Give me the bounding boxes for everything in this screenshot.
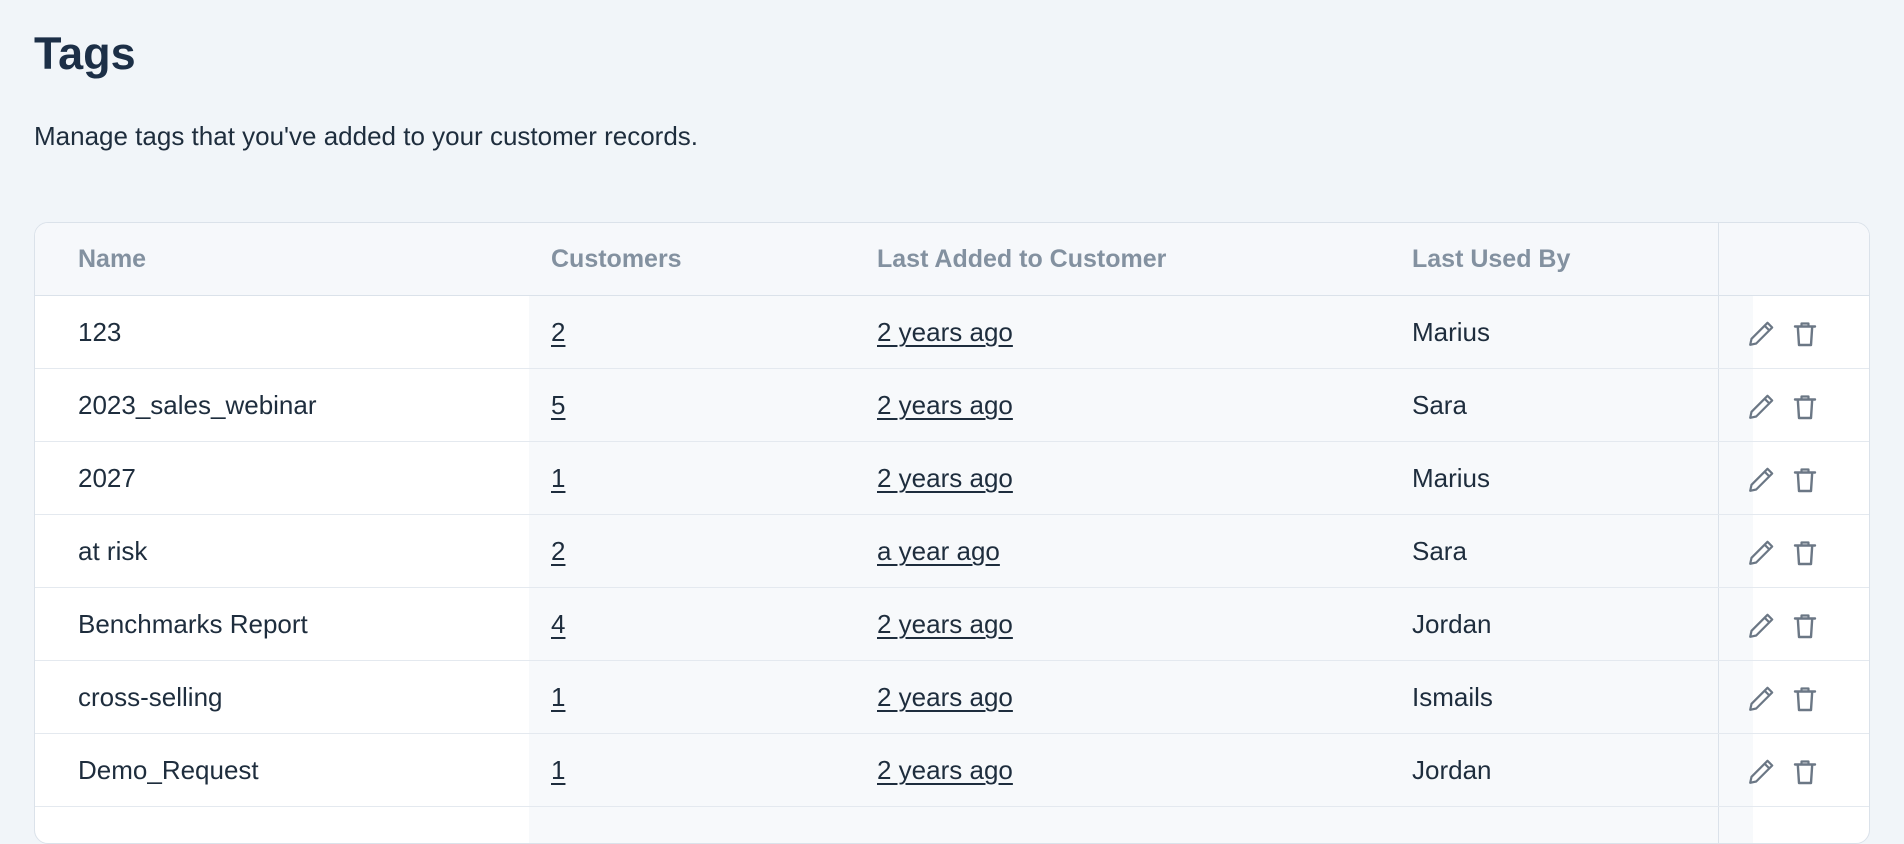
row-actions bbox=[1745, 318, 1835, 350]
pencil-icon bbox=[1749, 759, 1774, 784]
customers-count-link[interactable]: 1 bbox=[551, 661, 565, 733]
row-actions bbox=[1745, 464, 1835, 496]
last-used-by: Sara bbox=[1412, 536, 1467, 566]
table-body: 123 2 2 years ago Marius 2023_sales_webi… bbox=[35, 296, 1869, 807]
last-added-link[interactable]: a year ago bbox=[877, 515, 1000, 587]
table-row: 2023_sales_webinar 5 2 years ago Sara bbox=[35, 369, 1869, 442]
customers-count-link[interactable]: 2 bbox=[551, 515, 565, 587]
last-used-by: Marius bbox=[1412, 463, 1491, 493]
delete-tag-button[interactable] bbox=[1789, 464, 1821, 496]
trash-icon bbox=[1793, 614, 1817, 639]
edit-tag-button[interactable] bbox=[1745, 756, 1777, 788]
delete-tag-button[interactable] bbox=[1789, 391, 1821, 423]
table-row: at risk 2 a year ago Sara bbox=[35, 515, 1869, 588]
tag-name: 123 bbox=[78, 317, 122, 347]
tag-name: 2023_sales_webinar bbox=[78, 390, 317, 420]
table-row: 123 2 2 years ago Marius bbox=[35, 296, 1869, 369]
last-added-link[interactable]: 2 years ago bbox=[877, 369, 1013, 441]
column-header-customers[interactable]: Customers bbox=[551, 223, 682, 295]
last-added-link[interactable]: 2 years ago bbox=[877, 661, 1013, 733]
last-added-link[interactable]: 2 years ago bbox=[877, 296, 1013, 368]
pencil-icon bbox=[1749, 613, 1774, 638]
customers-count-link[interactable]: 4 bbox=[551, 588, 565, 660]
row-actions bbox=[1745, 683, 1835, 715]
delete-tag-button[interactable] bbox=[1789, 537, 1821, 569]
delete-tag-button[interactable] bbox=[1789, 610, 1821, 642]
table-row: cross-selling 1 2 years ago Ismails bbox=[35, 661, 1869, 734]
page-title: Tags bbox=[34, 28, 136, 79]
delete-tag-button[interactable] bbox=[1789, 683, 1821, 715]
customers-count-link[interactable]: 5 bbox=[551, 369, 565, 441]
edit-tag-button[interactable] bbox=[1745, 391, 1777, 423]
last-added-link[interactable]: 2 years ago bbox=[877, 734, 1013, 806]
table-row: 2027 1 2 years ago Marius bbox=[35, 442, 1869, 515]
last-used-by: Jordan bbox=[1412, 609, 1492, 639]
pencil-icon bbox=[1749, 321, 1774, 346]
edit-tag-button[interactable] bbox=[1745, 318, 1777, 350]
pencil-icon bbox=[1749, 467, 1774, 492]
pencil-icon bbox=[1749, 394, 1774, 419]
edit-tag-button[interactable] bbox=[1745, 464, 1777, 496]
pencil-icon bbox=[1749, 540, 1774, 565]
edit-tag-button[interactable] bbox=[1745, 683, 1777, 715]
customers-count-link[interactable]: 2 bbox=[551, 296, 565, 368]
delete-tag-button[interactable] bbox=[1789, 318, 1821, 350]
trash-icon bbox=[1793, 468, 1817, 493]
page-subtitle: Manage tags that you've added to your cu… bbox=[34, 121, 699, 151]
tag-name: at risk bbox=[78, 536, 148, 566]
edit-tag-button[interactable] bbox=[1745, 537, 1777, 569]
last-used-by: Marius bbox=[1412, 317, 1491, 347]
table-row: Benchmarks Report 4 2 years ago Jordan bbox=[35, 588, 1869, 661]
edit-tag-button[interactable] bbox=[1745, 610, 1777, 642]
row-actions bbox=[1745, 756, 1835, 788]
trash-icon bbox=[1793, 687, 1817, 712]
tags-table: Name Customers Last Added to Customer La… bbox=[34, 222, 1870, 844]
customers-count-link[interactable]: 1 bbox=[551, 442, 565, 514]
tag-name: Demo_Request bbox=[78, 755, 259, 785]
last-added-link[interactable]: 2 years ago bbox=[877, 442, 1013, 514]
last-used-by: Jordan bbox=[1412, 755, 1492, 785]
row-actions bbox=[1745, 391, 1835, 423]
tag-name: 2027 bbox=[78, 463, 136, 493]
last-added-link[interactable]: 2 years ago bbox=[877, 588, 1013, 660]
row-actions bbox=[1745, 537, 1835, 569]
trash-icon bbox=[1793, 760, 1817, 785]
trash-icon bbox=[1793, 322, 1817, 347]
tag-name: cross-selling bbox=[78, 682, 223, 712]
delete-tag-button[interactable] bbox=[1789, 756, 1821, 788]
customers-count-link[interactable]: 1 bbox=[551, 734, 565, 806]
pencil-icon bbox=[1749, 686, 1774, 711]
column-header-last-used-by[interactable]: Last Used By bbox=[1412, 223, 1570, 295]
table-header: Name Customers Last Added to Customer La… bbox=[35, 223, 1869, 296]
table-row: Demo_Request 1 2 years ago Jordan bbox=[35, 734, 1869, 807]
trash-icon bbox=[1793, 395, 1817, 420]
column-header-name[interactable]: Name bbox=[78, 223, 146, 295]
column-header-last-added[interactable]: Last Added to Customer bbox=[877, 223, 1166, 295]
tag-name: Benchmarks Report bbox=[78, 609, 308, 639]
last-used-by: Sara bbox=[1412, 390, 1467, 420]
row-actions bbox=[1745, 610, 1835, 642]
last-used-by: Ismails bbox=[1412, 682, 1493, 712]
trash-icon bbox=[1793, 541, 1817, 566]
